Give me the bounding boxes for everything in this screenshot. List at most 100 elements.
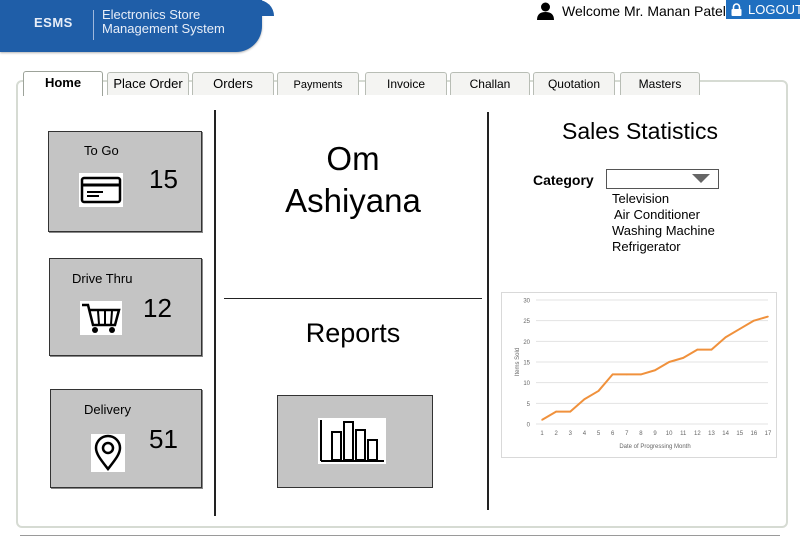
x-tick-label: 7: [625, 431, 629, 437]
location-pin-icon: [91, 434, 125, 472]
data-point: [597, 390, 600, 392]
tab-place-order-label: Place Order: [113, 76, 183, 91]
column-divider-left: [214, 110, 216, 516]
tab-masters-label: Masters: [638, 77, 682, 91]
brand-name-line2: Management System: [102, 21, 225, 36]
x-tick-label: 6: [611, 431, 615, 437]
brand-abbreviation: ESMS: [34, 15, 73, 30]
data-point: [753, 319, 755, 322]
tab-challan-label: Challan: [469, 77, 511, 91]
y-axis-label: Items Sold: [515, 348, 521, 376]
tab-invoice-label: Invoice: [386, 77, 426, 91]
delivery-card[interactable]: Delivery 51: [50, 389, 202, 488]
tab-masters[interactable]: Masters: [620, 72, 700, 95]
data-point: [696, 348, 699, 351]
reports-title: Reports: [305, 318, 401, 348]
y-tick-label: 0: [527, 423, 531, 429]
x-tick-label: 8: [639, 431, 643, 437]
sales-line-chart: 0 5 10 15 20 25 30 1 2 3 4 5 6 7 8 9 10 11 12 13 14 15 16 17 Dat…: [501, 292, 777, 458]
credit-card-icon: [79, 173, 123, 207]
column-divider-right: [487, 112, 489, 510]
x-tick-label: 10: [666, 431, 673, 437]
x-tick-label: 1: [540, 431, 544, 437]
y-tick-label: 20: [523, 340, 530, 346]
y-tick-label: 25: [523, 319, 530, 325]
reports-button[interactable]: [277, 395, 433, 488]
tab-place-order[interactable]: Place Order: [107, 72, 189, 95]
x-tick-label: 2: [554, 431, 558, 437]
footer-divider: [20, 535, 780, 536]
x-tick-label: 17: [765, 431, 772, 437]
delivery-count: 51: [149, 424, 178, 454]
category-option[interactable]: Air Conditioner: [614, 207, 715, 223]
logout-button[interactable]: LOGOUT: [726, 0, 800, 19]
welcome-text: Welcome Mr. Manan Patel: [562, 3, 726, 19]
data-point: [668, 361, 670, 363]
bar-chart-icon: [318, 418, 386, 464]
x-tick-label: 13: [708, 431, 715, 437]
logout-label: LOGOUT: [748, 2, 800, 17]
data-point: [682, 357, 685, 359]
to-go-card[interactable]: To Go 15: [48, 131, 202, 232]
data-point: [654, 369, 656, 372]
tab-orders-label: Orders: [213, 76, 253, 91]
center-divider: [224, 298, 482, 299]
brand-divider: [93, 10, 94, 40]
y-tick-label: 5: [527, 402, 531, 408]
tab-quotation-label: Quotation: [547, 77, 601, 91]
store-name-line2: Ashiyana: [285, 182, 421, 219]
category-options-list: Television Air Conditioner Washing Machi…: [612, 191, 715, 255]
brand-full-name: Electronics Store Management System: [102, 8, 225, 36]
data-point: [555, 410, 557, 413]
category-option[interactable]: Television: [612, 191, 715, 207]
y-tick-label: 10: [523, 381, 530, 387]
shopping-cart-icon: [80, 301, 122, 335]
tab-invoice[interactable]: Invoice: [365, 72, 447, 95]
x-tick-label: 12: [694, 431, 701, 437]
x-tick-label: 4: [583, 431, 587, 437]
series-line: [541, 315, 769, 421]
data-point: [767, 315, 769, 318]
tab-challan[interactable]: Challan: [450, 72, 530, 95]
data-point: [541, 419, 543, 421]
category-option[interactable]: Washing Machine: [612, 223, 715, 239]
chevron-down-icon: [692, 174, 710, 183]
x-tick-label: 9: [653, 431, 657, 437]
data-point: [640, 373, 642, 376]
tab-quotation[interactable]: Quotation: [533, 72, 615, 95]
tab-payments[interactable]: Payments: [277, 72, 359, 95]
category-dropdown[interactable]: [606, 169, 719, 189]
drive-thru-count: 12: [143, 293, 172, 323]
drive-thru-label: Drive Thru: [72, 271, 133, 286]
drive-thru-card[interactable]: Drive Thru 12: [49, 258, 202, 356]
user-icon: [537, 2, 554, 20]
tab-home[interactable]: Home: [23, 71, 103, 96]
tab-payments-label: Payments: [293, 79, 343, 91]
app-brand-banner: ESMS Electronics Store Management System: [0, 0, 274, 52]
data-point: [738, 328, 741, 330]
data-point: [611, 373, 614, 376]
lock-icon: [731, 3, 742, 16]
x-tick-label: 3: [569, 431, 573, 437]
tab-orders[interactable]: Orders: [192, 72, 274, 95]
delivery-label: Delivery: [84, 402, 131, 417]
sales-chart-svg: 0510152025301 2 3 4 5 6 7 8 9 10 11 12 13 14 15 16 17Dat…: [515, 299, 772, 451]
sales-statistics-title: Sales Statistics: [562, 118, 718, 144]
x-axis-label: Date of Progressing Month: [619, 444, 690, 450]
x-tick-label: 5: [597, 431, 601, 437]
y-tick-label: 15: [523, 361, 530, 367]
store-name: Om Ashiyana: [224, 138, 482, 222]
category-label: Category: [533, 172, 594, 188]
store-name-line1: Om: [326, 140, 380, 177]
brand-name-line1: Electronics Store: [102, 7, 201, 22]
welcome-area: Welcome Mr. Manan Patel: [537, 2, 726, 20]
data-point: [625, 373, 628, 376]
x-tick-label: 16: [751, 431, 758, 437]
to-go-count: 15: [149, 164, 178, 194]
data-point: [569, 410, 572, 413]
data-point: [710, 348, 713, 351]
category-option[interactable]: Refrigerator: [612, 239, 715, 255]
x-tick-label: 11: [680, 431, 687, 437]
to-go-label: To Go: [84, 143, 119, 158]
x-tick-label: 14: [722, 431, 729, 437]
